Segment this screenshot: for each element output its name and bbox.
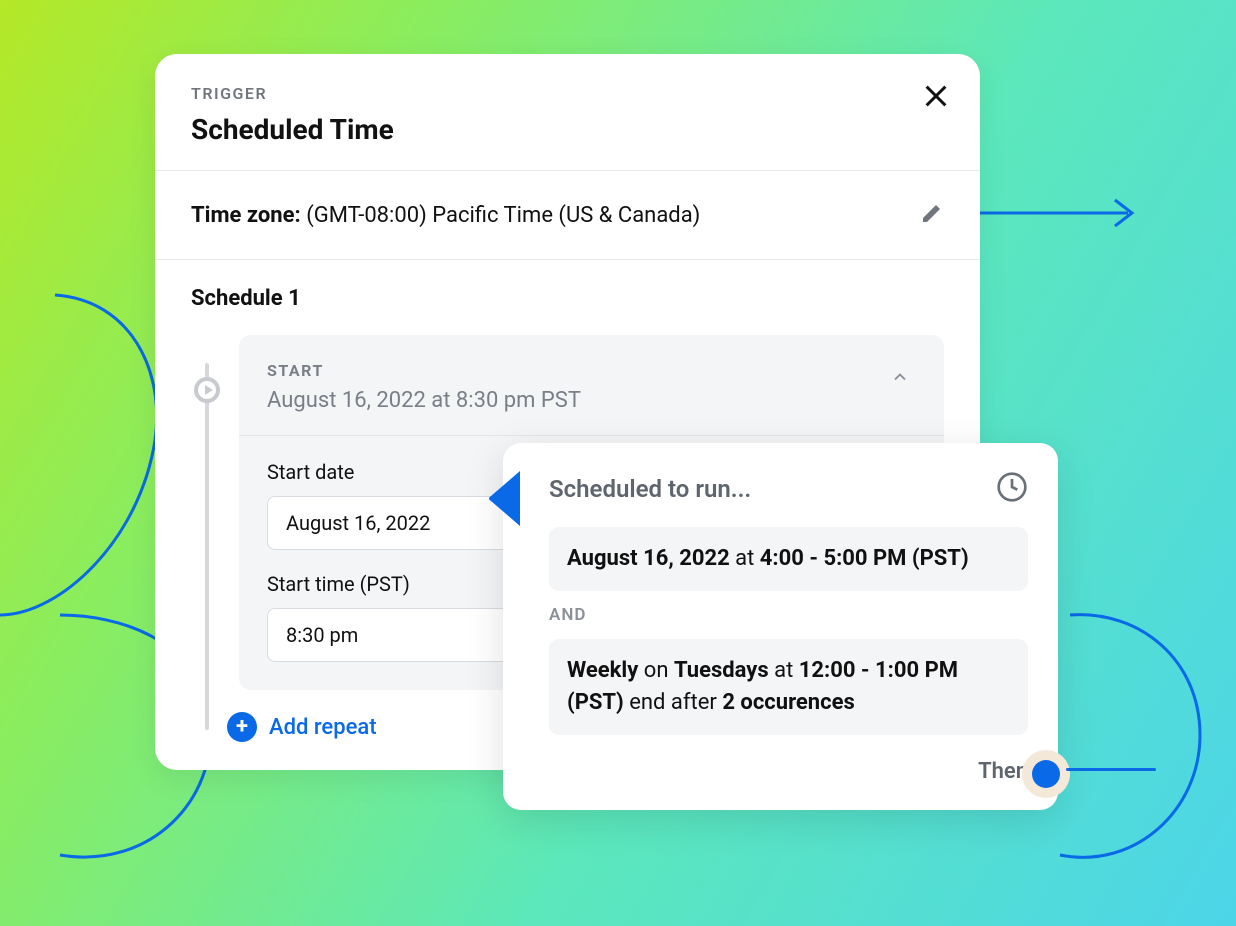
then-node[interactable]	[1022, 750, 1070, 798]
timezone-text: Time zone: (GMT-08:00) Pacific Time (US …	[191, 203, 700, 228]
popup-title: Scheduled to run...	[549, 475, 751, 503]
close-button[interactable]	[922, 82, 950, 114]
start-summary: August 16, 2022 at 8:30 pm PST	[267, 388, 581, 413]
item2-day: Tuesdays	[674, 658, 769, 683]
pencil-icon	[920, 201, 944, 225]
card-header: TRIGGER Scheduled Time	[155, 54, 980, 170]
and-separator: AND	[549, 605, 1028, 625]
collapse-button[interactable]	[884, 361, 916, 397]
clock-icon	[996, 471, 1028, 507]
timeline	[191, 335, 229, 690]
item2-on: on	[638, 658, 674, 683]
item2-occ: 2 occurences	[722, 690, 854, 715]
timezone-row: Time zone: (GMT-08:00) Pacific Time (US …	[155, 171, 980, 259]
item2-freq: Weekly	[567, 658, 638, 683]
popup-footer: Then	[549, 759, 1028, 784]
item2-end: end after	[624, 690, 723, 715]
add-repeat-label: Add repeat	[269, 715, 377, 740]
plus-icon: +	[227, 712, 257, 742]
trigger-eyebrow: TRIGGER	[191, 84, 944, 103]
schedule-item-2: Weekly on Tuesdays at 12:00 - 1:00 PM (P…	[549, 639, 1028, 735]
edit-timezone-button[interactable]	[920, 201, 944, 229]
item1-at: at	[730, 546, 760, 571]
timezone-value: (GMT-08:00) Pacific Time (US & Canada)	[306, 203, 700, 228]
popup-header: Scheduled to run...	[549, 471, 1028, 507]
start-block-header[interactable]: START August 16, 2022 at 8:30 pm PST	[239, 335, 944, 435]
connector-line	[1066, 768, 1156, 771]
start-label: START	[267, 361, 581, 380]
trigger-title: Scheduled Time	[191, 113, 944, 146]
item1-date: August 16, 2022	[567, 546, 730, 571]
popup-arrow-icon	[485, 471, 525, 526]
schedule-title: Schedule 1	[191, 286, 944, 311]
scheduled-run-popup: Scheduled to run... August 16, 2022 at 4…	[503, 443, 1058, 810]
schedule-item-1: August 16, 2022 at 4:00 - 5:00 PM (PST)	[549, 527, 1028, 591]
item1-range: 4:00 - 5:00 PM (PST)	[760, 546, 969, 571]
play-icon	[194, 377, 220, 403]
timezone-label: Time zone:	[191, 203, 301, 228]
timeline-line	[205, 363, 209, 730]
then-label: Then	[978, 759, 1028, 784]
item2-at: at	[769, 658, 799, 683]
close-icon	[922, 82, 950, 110]
chevron-up-icon	[890, 367, 910, 387]
